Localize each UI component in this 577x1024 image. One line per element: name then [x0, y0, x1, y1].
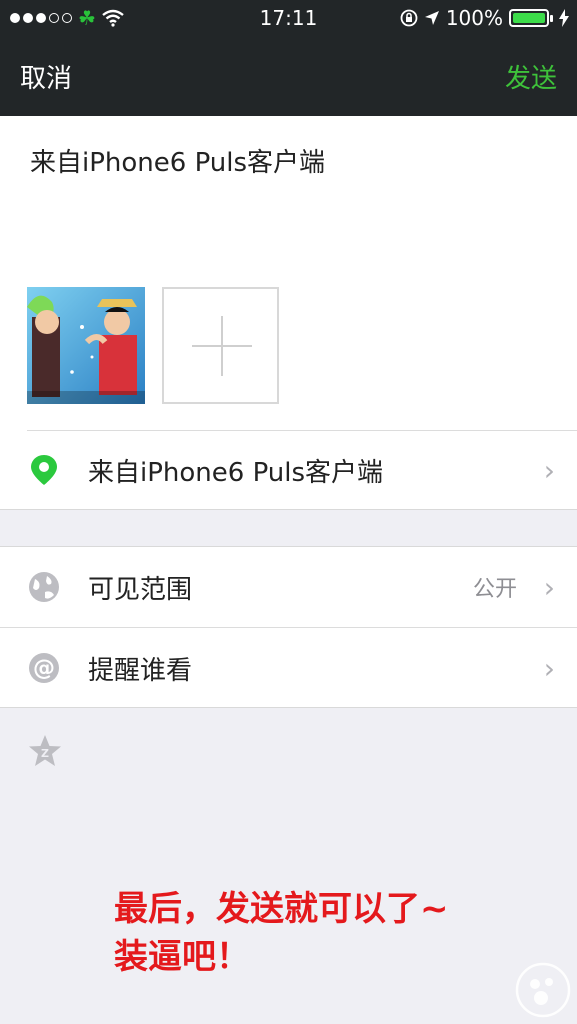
- add-photo-button[interactable]: [162, 287, 279, 404]
- battery-percent: 100%: [445, 6, 503, 30]
- visibility-row[interactable]: 可见范围 公开 ›: [0, 547, 577, 627]
- compose-area: 来自iPhone6 Puls客户端 来自iPhone6 Puls客户端 ›: [0, 116, 577, 510]
- location-pin-icon: [31, 455, 57, 485]
- watermark-logo: [515, 962, 571, 1018]
- battery-icon: [509, 9, 553, 27]
- qzone-star-icon[interactable]: Z: [27, 733, 63, 769]
- cancel-button[interactable]: 取消: [20, 58, 72, 95]
- bolt-icon: [559, 9, 569, 27]
- settings-group: 可见范围 公开 › @ 提醒谁看 ›: [0, 546, 577, 708]
- status-bar: ☘ 17:11 100%: [0, 0, 577, 36]
- post-text-input[interactable]: 来自iPhone6 Puls客户端: [30, 142, 325, 179]
- at-icon: @: [29, 653, 59, 683]
- chevron-right-icon: ›: [543, 570, 555, 604]
- annotation-line-1: 最后，发送就可以了~: [114, 889, 449, 929]
- visibility-label: 可见范围: [88, 574, 193, 605]
- annotation-text: 最后，发送就可以了~ 装逼吧！: [114, 885, 554, 981]
- annotation-line-2: 装逼吧！: [114, 937, 250, 977]
- rotation-lock-icon: [400, 9, 418, 27]
- visibility-value: 公开: [472, 577, 517, 602]
- status-right: 100%: [400, 6, 569, 30]
- send-button[interactable]: 发送: [505, 58, 557, 95]
- chevron-right-icon: ›: [543, 453, 555, 487]
- location-label: 来自iPhone6 Puls客户端: [88, 457, 384, 488]
- location-arrow-icon: [424, 11, 439, 25]
- globe-icon: [29, 572, 59, 602]
- mention-row[interactable]: @ 提醒谁看 ›: [0, 628, 577, 708]
- svg-text:Z: Z: [41, 747, 49, 760]
- location-row[interactable]: 来自iPhone6 Puls客户端 ›: [0, 430, 577, 510]
- mention-label: 提醒谁看: [88, 655, 193, 686]
- chevron-right-icon: ›: [543, 651, 555, 685]
- svg-text:@: @: [33, 656, 55, 681]
- photo-thumbnail[interactable]: [27, 287, 145, 404]
- nav-bar: 取消 发送: [0, 36, 577, 116]
